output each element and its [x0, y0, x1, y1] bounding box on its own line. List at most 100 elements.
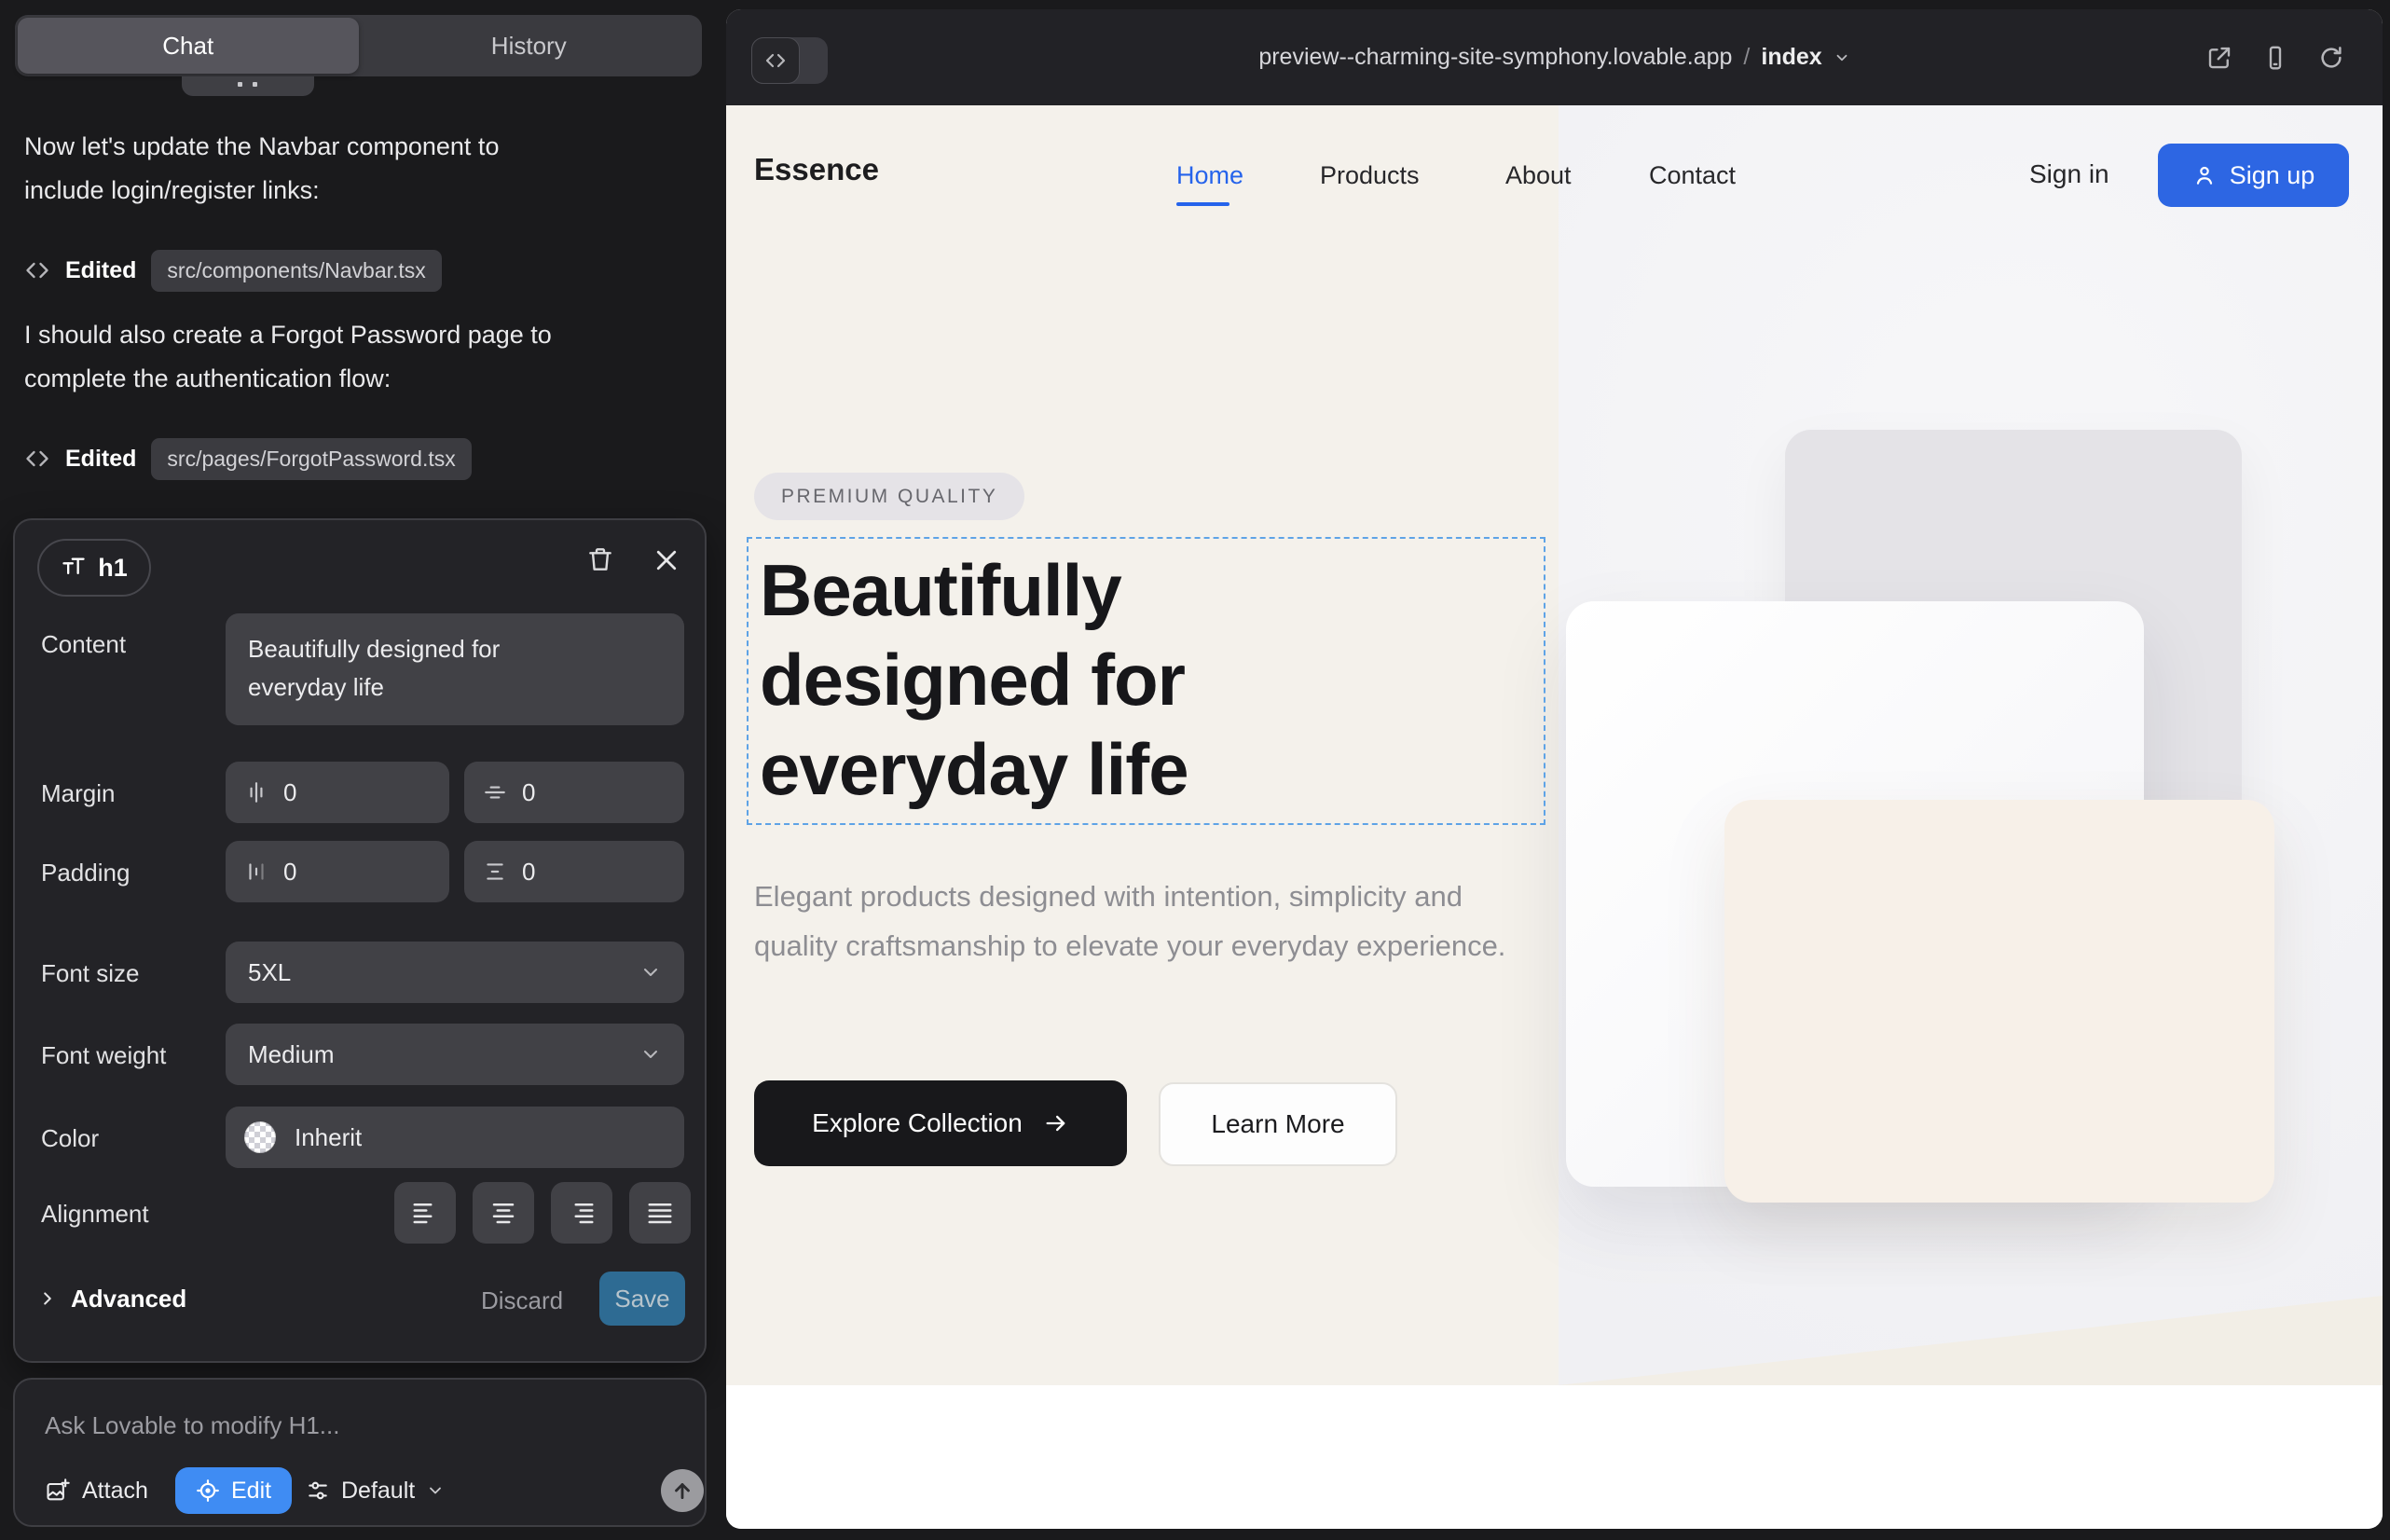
chevron-right-icon: [37, 1288, 58, 1309]
tab-chat[interactable]: Chat: [18, 18, 359, 74]
padding-y-input[interactable]: 0: [464, 841, 684, 902]
url-separator: /: [1743, 44, 1750, 71]
composer-input[interactable]: Ask Lovable to modify H1...: [45, 1411, 339, 1440]
url-bar[interactable]: preview--charming-site-symphony.lovable.…: [726, 9, 2383, 105]
padding-x-input[interactable]: 0: [226, 841, 449, 902]
chat-message: I should also create a Forgot Password p…: [24, 313, 570, 401]
font-size-value: 5XL: [248, 958, 291, 987]
chevron-down-icon: [639, 1043, 662, 1066]
save-button[interactable]: Save: [599, 1272, 685, 1326]
explore-collection-button[interactable]: Explore Collection: [754, 1080, 1127, 1166]
chat-composer: Ask Lovable to modify H1... Attach Edit …: [13, 1378, 707, 1527]
hero-badge: PREMIUM QUALITY: [754, 473, 1024, 520]
tab-history[interactable]: History: [359, 18, 700, 74]
edited-label: Edited: [65, 257, 136, 284]
alignment-label: Alignment: [41, 1200, 149, 1229]
url-page: index: [1761, 44, 1821, 71]
edit-mode-button[interactable]: Edit: [175, 1467, 292, 1514]
explore-collection-label: Explore Collection: [812, 1108, 1023, 1138]
color-select[interactable]: Inherit: [226, 1107, 684, 1168]
hero-heading[interactable]: Beautifully designed for everyday life: [760, 545, 1375, 814]
site-logo[interactable]: Essence: [754, 152, 879, 187]
edited-file-row: Edited src/components/Navbar.tsx: [24, 248, 442, 293]
margin-y-value: 0: [522, 778, 535, 807]
element-tag-chip[interactable]: h1: [37, 539, 151, 597]
signup-label: Sign up: [2230, 161, 2315, 190]
mode-label: Default: [341, 1478, 415, 1505]
align-right-button[interactable]: [551, 1182, 612, 1244]
attach-button[interactable]: Attach: [45, 1467, 148, 1514]
margin-vertical-icon: [483, 780, 507, 804]
arrow-right-icon: [1043, 1110, 1069, 1136]
code-icon: [24, 446, 50, 472]
site-lower-section: [726, 1385, 2383, 1529]
mobile-view-icon[interactable]: [2261, 44, 2289, 72]
chevron-down-icon: [639, 961, 662, 983]
edited-file-badge[interactable]: src/components/Navbar.tsx: [151, 250, 441, 292]
element-inspector-panel: h1 Content Beautifully designed for ever…: [13, 518, 707, 1363]
color-value: Inherit: [295, 1123, 362, 1152]
padding-vertical-icon: [483, 859, 507, 884]
preview-browser: preview--charming-site-symphony.lovable.…: [726, 9, 2383, 1529]
browser-actions: [2205, 9, 2345, 105]
advanced-toggle[interactable]: Advanced: [37, 1272, 186, 1326]
content-input-value: Beautifully designed for everyday life: [248, 630, 556, 707]
signup-button[interactable]: Sign up: [2158, 144, 2349, 207]
sliders-icon: [306, 1478, 330, 1503]
font-weight-label: Font weight: [41, 1041, 166, 1070]
site-hero-section: Essence Home Products About Contact Sign…: [726, 105, 2383, 1385]
margin-x-input[interactable]: 0: [226, 762, 449, 823]
edited-label: Edited: [65, 446, 136, 473]
chevron-down-icon: [1834, 49, 1850, 66]
delete-element-button[interactable]: [585, 544, 615, 574]
margin-label: Margin: [41, 779, 115, 808]
mode-selector[interactable]: Default: [306, 1467, 445, 1514]
url-host: preview--charming-site-symphony.lovable.…: [1258, 44, 1732, 71]
open-external-icon[interactable]: [2205, 44, 2233, 72]
margin-y-input[interactable]: 0: [464, 762, 684, 823]
edit-label: Edit: [231, 1478, 271, 1505]
send-button[interactable]: [661, 1469, 704, 1512]
advanced-label: Advanced: [71, 1285, 186, 1313]
element-tag-label: h1: [98, 554, 128, 583]
font-weight-value: Medium: [248, 1040, 334, 1069]
padding-y-value: 0: [522, 858, 535, 887]
content-input[interactable]: Beautifully designed for everyday life: [226, 613, 684, 725]
nav-active-underline: [1176, 202, 1229, 206]
align-center-button[interactable]: [473, 1182, 534, 1244]
type-icon: [61, 555, 87, 581]
browser-topbar: preview--charming-site-symphony.lovable.…: [726, 9, 2383, 105]
edited-file-badge[interactable]: src/pages/ForgotPassword.tsx: [151, 438, 471, 480]
chat-message: Now let's update the Navbar component to…: [24, 125, 570, 213]
nav-link-about[interactable]: About: [1505, 161, 1572, 190]
nav-link-products[interactable]: Products: [1320, 161, 1420, 190]
close-icon[interactable]: [652, 546, 680, 574]
target-icon: [196, 1478, 220, 1503]
scrolled-file-chip: [182, 76, 314, 96]
user-icon: [2192, 163, 2217, 187]
padding-x-value: 0: [283, 858, 296, 887]
sidebar-tab-bar: Chat History: [15, 15, 702, 76]
content-label: Content: [41, 630, 126, 659]
font-size-label: Font size: [41, 959, 140, 988]
attach-label: Attach: [82, 1478, 148, 1505]
nav-link-contact[interactable]: Contact: [1649, 161, 1736, 190]
align-left-button[interactable]: [394, 1182, 456, 1244]
padding-label: Padding: [41, 859, 130, 887]
padding-horizontal-icon: [244, 859, 268, 884]
learn-more-button[interactable]: Learn More: [1159, 1082, 1397, 1166]
code-icon: [24, 257, 50, 283]
app: Chat History Now let's update the Navbar…: [0, 0, 2390, 1540]
refresh-icon[interactable]: [2317, 44, 2345, 72]
font-size-select[interactable]: 5XL: [226, 942, 684, 1003]
hero-description: Elegant products designed with intention…: [754, 872, 1509, 970]
chat-sidebar: Chat History Now let's update the Navbar…: [0, 0, 726, 1540]
margin-x-value: 0: [283, 778, 296, 807]
edited-file-row: Edited src/pages/ForgotPassword.tsx: [24, 436, 472, 481]
align-justify-button[interactable]: [629, 1182, 691, 1244]
font-weight-select[interactable]: Medium: [226, 1024, 684, 1085]
hero-cream-card: [1724, 800, 2274, 1203]
nav-link-home[interactable]: Home: [1176, 161, 1243, 190]
discard-button[interactable]: Discard: [481, 1286, 563, 1315]
signin-link[interactable]: Sign in: [2029, 159, 2109, 189]
